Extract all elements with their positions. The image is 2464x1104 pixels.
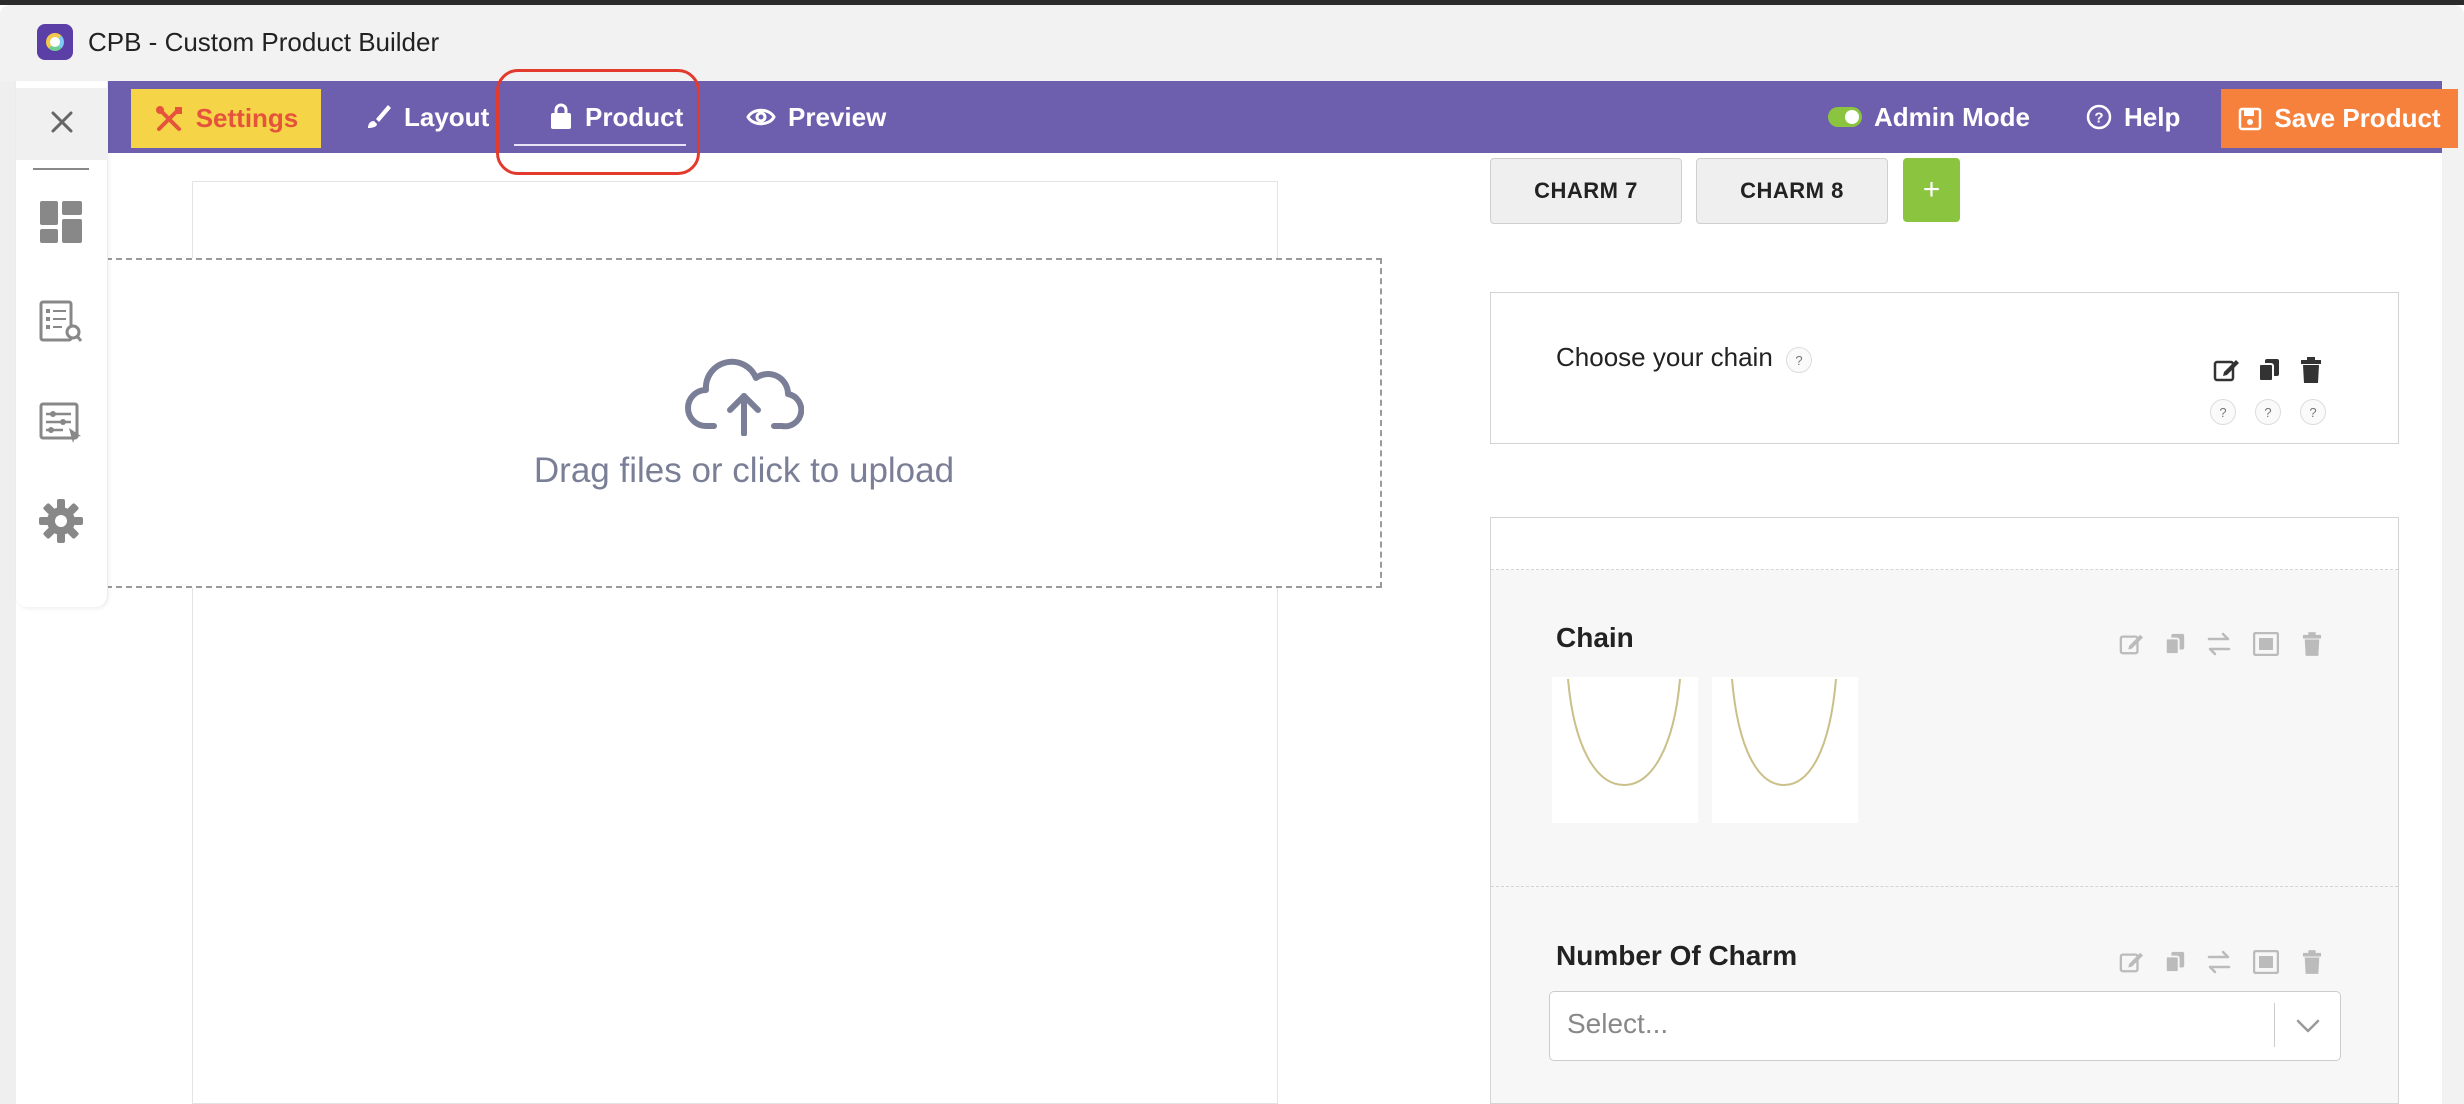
help-tooltip-icon[interactable]: ? bbox=[1786, 347, 1812, 373]
delete-icon[interactable] bbox=[2297, 947, 2327, 977]
fields-panel-header bbox=[1491, 518, 2398, 570]
edit-icon[interactable] bbox=[2116, 947, 2146, 977]
dashboard-icon[interactable] bbox=[36, 197, 86, 247]
select-placeholder: Select... bbox=[1567, 1008, 1669, 1039]
preview-tab[interactable]: Preview bbox=[746, 81, 886, 153]
add-charm-button[interactable]: + bbox=[1903, 158, 1960, 222]
admin-mode-toggle[interactable]: Admin Mode bbox=[1828, 81, 2030, 153]
preview-label: Preview bbox=[788, 101, 887, 132]
number-of-charm-label: Number Of Charm bbox=[1556, 940, 1798, 971]
close-icon bbox=[49, 109, 75, 140]
edit-icon[interactable] bbox=[2116, 629, 2146, 659]
product-tab-highlight-annotation bbox=[496, 69, 700, 175]
settings-label: Settings bbox=[195, 103, 299, 133]
save-product-label: Save Product bbox=[2274, 103, 2441, 133]
swap-icon[interactable] bbox=[2204, 947, 2234, 977]
select-separator bbox=[2274, 1003, 2275, 1047]
floppy-disk-icon bbox=[2238, 107, 2262, 131]
chevron-down-icon[interactable] bbox=[2290, 1008, 2326, 1044]
edit-help-icon[interactable]: ? bbox=[2210, 399, 2236, 425]
copy-icon[interactable] bbox=[2160, 629, 2190, 659]
field-divider bbox=[1491, 886, 2398, 887]
settings-tab[interactable]: Settings bbox=[131, 89, 321, 148]
brush-icon bbox=[364, 103, 392, 131]
layout-tab[interactable]: Layout bbox=[364, 81, 489, 153]
upload-dropzone[interactable]: Drag files or click to upload bbox=[106, 258, 1382, 588]
question-circle-icon: ? bbox=[2086, 104, 2112, 130]
svg-text:?: ? bbox=[2094, 110, 2103, 127]
toggle-switch-icon bbox=[1828, 107, 1862, 127]
copy-help-icon[interactable]: ? bbox=[2255, 399, 2281, 425]
window-title: CPB - Custom Product Builder bbox=[88, 27, 440, 57]
copy-icon[interactable] bbox=[2160, 947, 2190, 977]
layout-label: Layout bbox=[404, 101, 490, 132]
sidebar-close-button[interactable] bbox=[16, 88, 108, 160]
help-label: Help bbox=[2124, 101, 2181, 132]
list-search-icon[interactable] bbox=[36, 297, 86, 347]
sidebar-divider bbox=[33, 168, 89, 170]
chain-option-thumbnail[interactable] bbox=[1552, 677, 1698, 823]
delete-icon[interactable] bbox=[2296, 355, 2326, 385]
image-icon[interactable] bbox=[2251, 947, 2281, 977]
save-product-button[interactable]: Save Product bbox=[2221, 89, 2458, 148]
gear-icon[interactable] bbox=[36, 496, 86, 546]
cloud-upload-icon bbox=[684, 356, 805, 441]
delete-help-icon[interactable]: ? bbox=[2300, 399, 2326, 425]
right-edge bbox=[2442, 81, 2464, 1104]
chain-option-thumbnail[interactable] bbox=[1712, 677, 1858, 823]
upload-instructions: Drag files or click to upload bbox=[533, 450, 955, 490]
tools-icon bbox=[154, 104, 184, 134]
charm-7-tab[interactable]: CHARM 7 bbox=[1490, 158, 1682, 224]
admin-mode-label: Admin Mode bbox=[1874, 101, 2030, 132]
section-title: Choose your chain bbox=[1556, 342, 1773, 372]
filter-settings-icon[interactable] bbox=[36, 397, 86, 447]
charm-8-tab[interactable]: CHARM 8 bbox=[1696, 158, 1888, 224]
help-button[interactable]: ? Help bbox=[2086, 81, 2180, 153]
delete-icon[interactable] bbox=[2297, 629, 2327, 659]
swap-icon[interactable] bbox=[2204, 629, 2234, 659]
top-nav-bar: Settings Layout Product Preview Admin Mo… bbox=[16, 81, 2458, 153]
eye-icon bbox=[746, 106, 776, 128]
left-edge bbox=[0, 81, 16, 1104]
app-logo-icon bbox=[37, 24, 73, 60]
edit-icon[interactable] bbox=[2211, 355, 2241, 385]
chain-field-label: Chain bbox=[1556, 622, 1634, 653]
copy-icon[interactable] bbox=[2254, 355, 2284, 385]
image-icon[interactable] bbox=[2251, 629, 2281, 659]
